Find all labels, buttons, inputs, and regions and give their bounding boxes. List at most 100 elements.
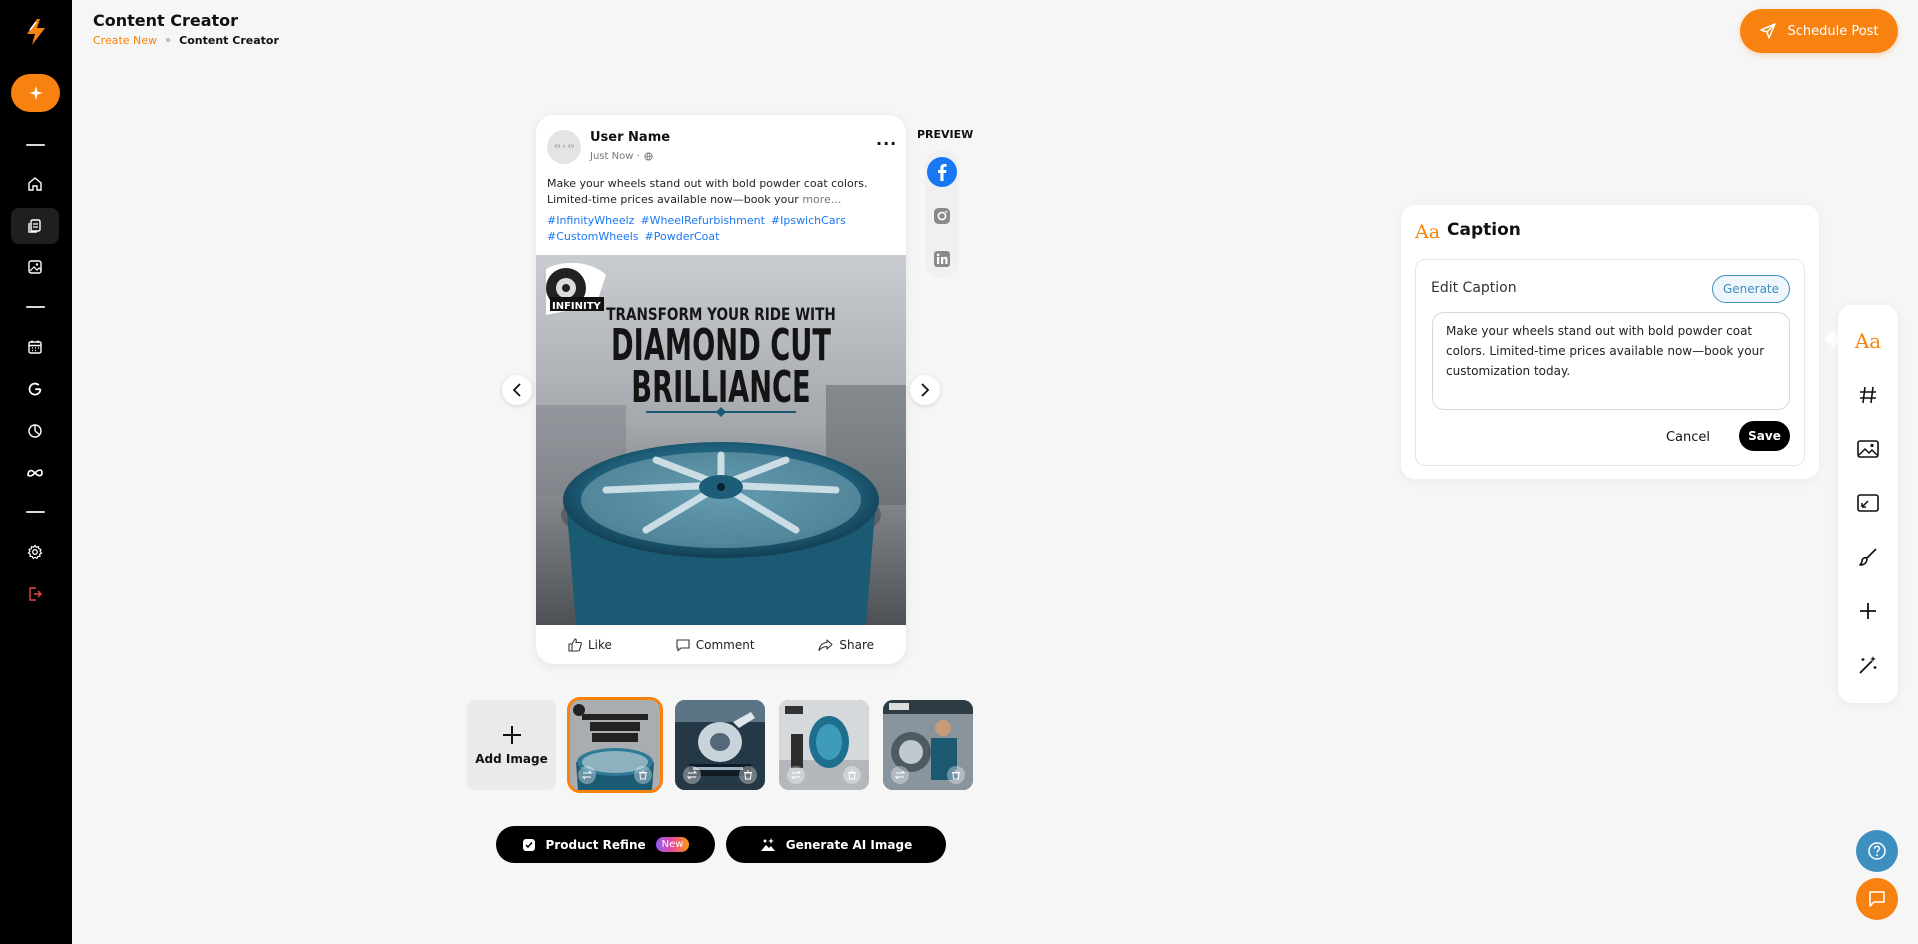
caption-textarea[interactable]: Make your wheels stand out with bold pow… <box>1432 312 1790 410</box>
comment-button[interactable]: Comment <box>676 638 755 652</box>
thumbnail-wheel-studio[interactable] <box>779 700 869 790</box>
help-button[interactable] <box>1856 830 1898 872</box>
google-icon[interactable] <box>24 378 46 400</box>
breadcrumb-create-new[interactable]: Create New <box>93 34 157 47</box>
send-icon <box>1760 23 1777 39</box>
new-sparkle-button[interactable] <box>11 74 60 112</box>
product-refine-icon <box>522 838 535 851</box>
post-more-options-icon[interactable]: ··· <box>876 134 897 153</box>
image-icon[interactable] <box>1852 433 1884 465</box>
generate-ai-image-button[interactable]: Generate AI Image <box>726 826 946 863</box>
hashtag-icon[interactable] <box>1852 379 1884 411</box>
comment-icon <box>676 638 690 652</box>
chevron-left-icon <box>512 383 521 397</box>
help-icon <box>1868 842 1886 860</box>
cancel-button[interactable]: Cancel <box>1658 423 1718 451</box>
add-element-icon[interactable] <box>1852 595 1884 627</box>
like-label: Like <box>587 637 612 652</box>
like-icon <box>568 637 582 652</box>
meta-icon[interactable] <box>24 462 46 484</box>
hashtag[interactable]: #WheelRefurbishment <box>640 214 764 227</box>
post-more-link[interactable]: more... <box>802 193 841 206</box>
editor-toolbar: Aa <box>1838 305 1898 703</box>
settings-icon[interactable] <box>24 541 46 563</box>
post-hashtags: #InfinityWheelz #WheelRefurbishment #Ipswi… <box>547 213 897 245</box>
home-icon[interactable] <box>24 173 46 195</box>
instagram-icon[interactable] <box>925 199 959 233</box>
hashtag[interactable]: #IpswichCars <box>771 214 846 227</box>
new-badge: New <box>655 837 690 852</box>
schedule-post-button[interactable]: Schedule Post <box>1740 9 1898 53</box>
thumbnail-diamond-cut[interactable] <box>567 697 663 793</box>
post-text: Make your wheels stand out with bold pow… <box>547 176 897 208</box>
sidebar-divider <box>26 511 45 513</box>
brush-icon[interactable] <box>1852 541 1884 573</box>
caption-icon: Aa <box>1415 221 1441 243</box>
logo-bolt-icon[interactable] <box>24 18 48 46</box>
delete-image-icon[interactable] <box>634 766 652 784</box>
hashtag[interactable]: #CustomWheels <box>547 230 639 243</box>
swap-image-icon[interactable] <box>683 766 701 784</box>
analytics-icon[interactable] <box>24 420 46 442</box>
delete-image-icon[interactable] <box>947 766 965 784</box>
linkedin-icon[interactable] <box>925 242 959 276</box>
sidebar-divider <box>26 306 45 308</box>
schedule-post-label: Schedule Post <box>1787 23 1879 39</box>
globe-icon <box>644 152 653 161</box>
post-time-text: Just Now · <box>590 151 640 162</box>
chevron-right-icon <box>921 383 930 397</box>
logout-icon[interactable] <box>24 583 46 605</box>
breadcrumb-current: Content Creator <box>179 34 279 47</box>
ai-image-icon <box>760 837 775 851</box>
facebook-icon[interactable] <box>925 155 959 189</box>
sparkle-icon <box>28 86 43 100</box>
image-headline-line3: BRILLIANCE <box>631 361 810 413</box>
preview-label: PREVIEW <box>917 128 974 141</box>
post-image: INFINITY TRANSFORM YOUR RIDE WITH DIAMON… <box>536 255 906 625</box>
like-button[interactable]: Like <box>568 638 612 652</box>
generate-ai-image-label: Generate AI Image <box>785 837 913 852</box>
post-user-name: User Name <box>590 130 671 145</box>
share-button[interactable]: Share <box>818 638 874 652</box>
page-title: Content Creator <box>93 11 239 30</box>
share-label: Share <box>839 637 875 652</box>
caption-panel: Aa Caption Edit Caption Generate Make yo… <box>1401 205 1819 479</box>
sidebar-divider <box>26 144 45 146</box>
next-image-button[interactable] <box>910 375 940 405</box>
magic-wand-icon[interactable] <box>1852 649 1884 681</box>
hashtag[interactable]: #InfinityWheelz <box>547 214 634 227</box>
generate-caption-button[interactable]: Generate <box>1712 275 1790 303</box>
caption-panel-title: Caption <box>1447 220 1521 240</box>
post-actions: Like Comment Share <box>536 625 906 664</box>
thumbnail-mechanic[interactable] <box>883 700 973 790</box>
plus-icon <box>502 726 521 744</box>
sidebar <box>0 0 72 944</box>
swap-image-icon[interactable] <box>787 766 805 784</box>
post-preview-card: 49 × 49 User Name Just Now · ··· Make yo… <box>536 115 906 664</box>
add-image-label: Add Image <box>475 752 548 766</box>
hashtag[interactable]: #PowderCoat <box>645 230 720 243</box>
swap-image-icon[interactable] <box>578 766 596 784</box>
delete-image-icon[interactable] <box>739 766 757 784</box>
calendar-icon[interactable] <box>24 336 46 358</box>
resize-icon[interactable] <box>1852 487 1884 519</box>
caption-tool-icon[interactable]: Aa <box>1852 325 1884 357</box>
caption-tool-text: Aa <box>1854 329 1882 353</box>
content-icon[interactable] <box>11 208 59 244</box>
save-button[interactable]: Save <box>1739 421 1790 451</box>
add-image-button[interactable]: Add Image <box>467 700 556 790</box>
product-refine-button[interactable]: Product Refine New <box>496 826 715 863</box>
delete-image-icon[interactable] <box>843 766 861 784</box>
avatar-placeholder-text: 49 × 49 <box>553 144 575 150</box>
breadcrumb-separator: » <box>165 35 172 46</box>
share-icon <box>818 638 833 651</box>
edit-caption-label: Edit Caption <box>1431 280 1517 296</box>
previous-image-button[interactable] <box>502 375 532 405</box>
gallery-icon[interactable] <box>24 256 46 278</box>
chat-button[interactable] <box>1856 878 1898 920</box>
breadcrumb: Create New » Content Creator <box>93 34 279 47</box>
comment-label: Comment <box>695 637 755 652</box>
swap-image-icon[interactable] <box>891 766 909 784</box>
thumbnail-wheel-spray[interactable] <box>675 700 765 790</box>
avatar: 49 × 49 <box>547 130 581 164</box>
